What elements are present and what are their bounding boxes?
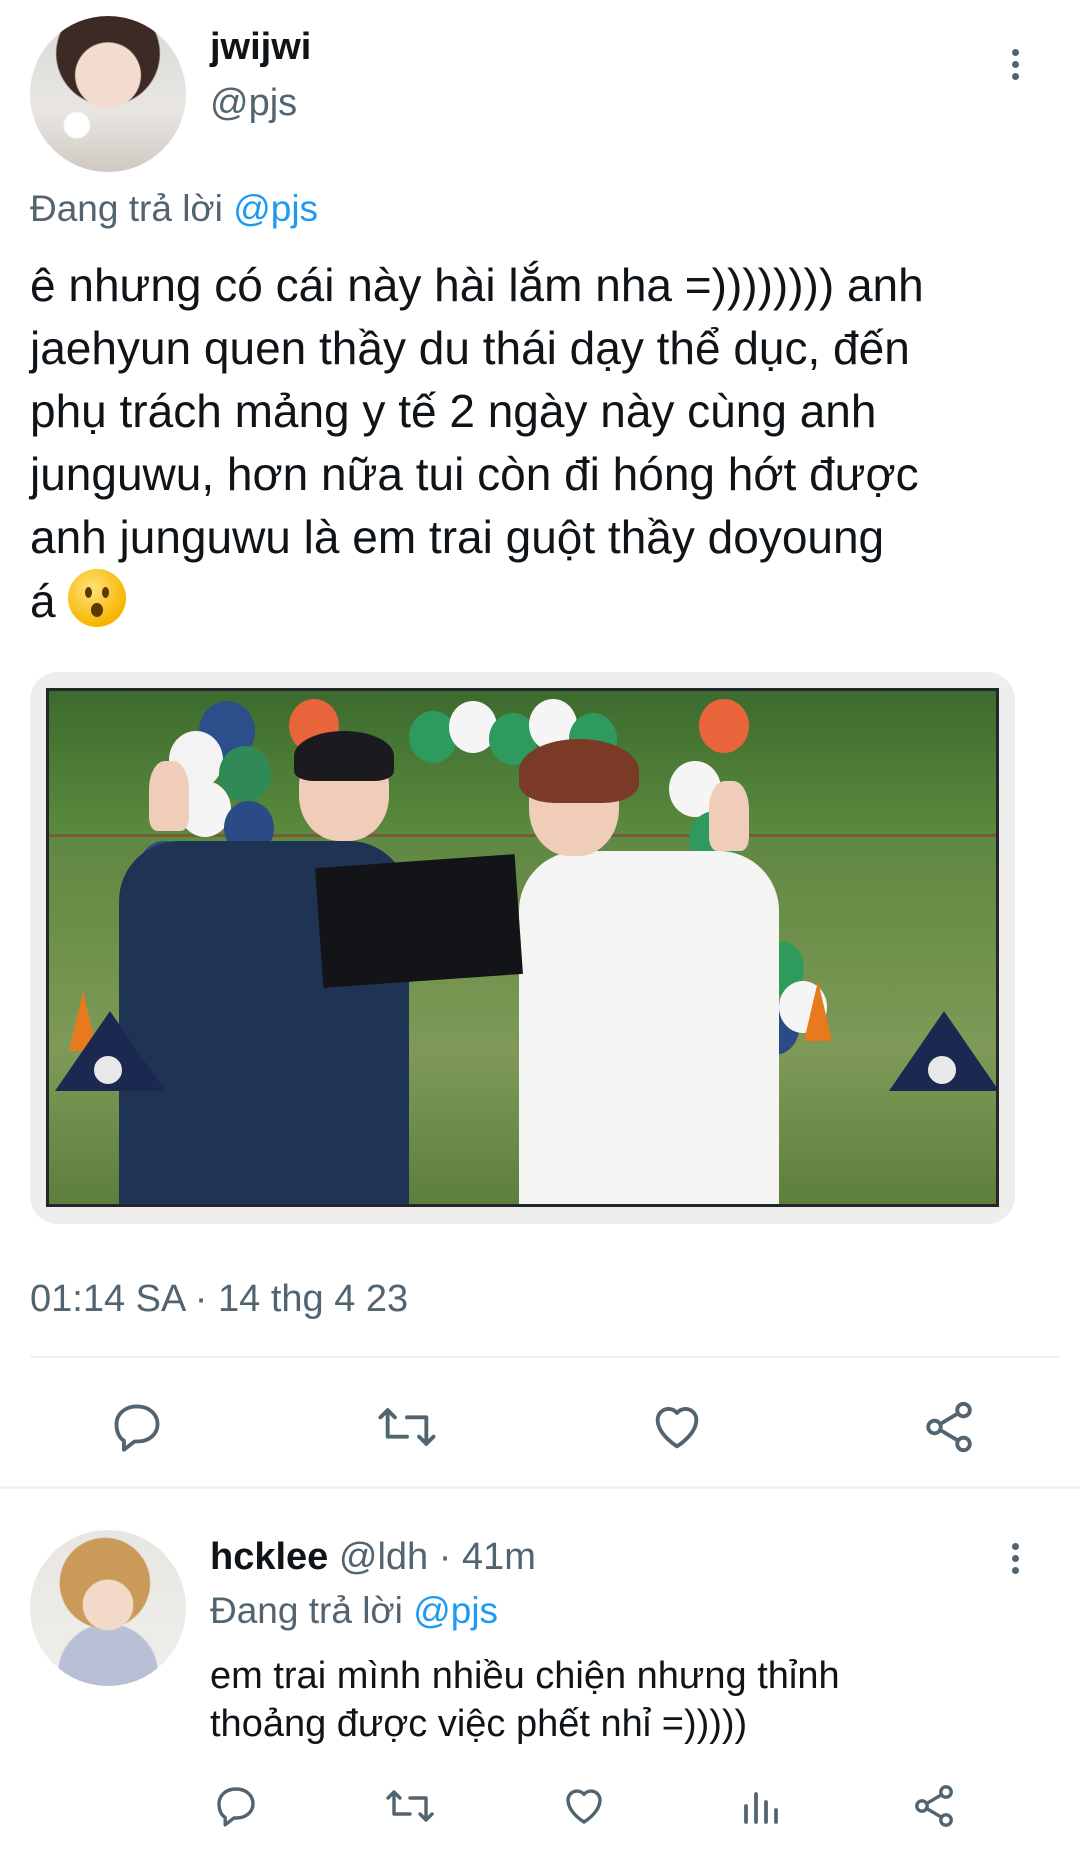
- retweet-icon[interactable]: [375, 1398, 439, 1456]
- replying-to-label: Đang trả lời: [30, 188, 223, 229]
- reply-replying-to-label: Đang trả lời: [210, 1590, 403, 1631]
- tweet-body: ê nhưng có cái này hài lắm nha =))))))))…: [30, 254, 1070, 633]
- author-avatar[interactable]: [30, 16, 186, 172]
- replying-to-line: Đang trả lời @pjs: [30, 188, 318, 230]
- reply-replying-to-handle[interactable]: @pjs: [413, 1590, 498, 1631]
- reply-time: · 41m: [438, 1536, 536, 1578]
- reply-replying-to-line: Đang trả lời @pjs: [210, 1590, 498, 1632]
- analytics-icon[interactable]: [736, 1782, 784, 1830]
- reply-retweet-icon[interactable]: [384, 1782, 436, 1830]
- reply-reply-icon[interactable]: [212, 1782, 260, 1830]
- tweet-timestamp[interactable]: 01:14 SA · 14 thg 4 23: [30, 1278, 408, 1321]
- section-divider: [0, 1486, 1080, 1489]
- reply-display-name[interactable]: hcklee: [210, 1536, 328, 1578]
- reply-author-avatar[interactable]: [30, 1530, 186, 1686]
- hushed-face-emoji-icon: [68, 569, 127, 627]
- reply-like-icon[interactable]: [560, 1782, 608, 1830]
- reply-share-icon[interactable]: [910, 1782, 958, 1830]
- tweet-media-image[interactable]: [30, 672, 1015, 1224]
- reply-text: em trai mình nhiều chiện nhưng thỉnh tho…: [210, 1655, 840, 1745]
- media-photo-frame: [46, 688, 999, 1207]
- reply-header: hcklee @ldh · 41m: [210, 1536, 536, 1579]
- share-icon[interactable]: [920, 1398, 978, 1456]
- like-icon[interactable]: [648, 1398, 706, 1456]
- replying-to-handle[interactable]: @pjs: [233, 188, 318, 229]
- reply-more-options-icon[interactable]: [1000, 1538, 1030, 1582]
- tweet-text: ê nhưng có cái này hài lắm nha =))))))))…: [30, 259, 924, 627]
- author-display-name[interactable]: jwijwi: [210, 26, 311, 69]
- author-handle[interactable]: @pjs: [210, 82, 297, 125]
- reply-icon[interactable]: [108, 1398, 166, 1456]
- timestamp-divider: [30, 1356, 1060, 1358]
- more-options-icon[interactable]: [1000, 44, 1030, 88]
- reply-handle[interactable]: @ldh: [339, 1536, 428, 1578]
